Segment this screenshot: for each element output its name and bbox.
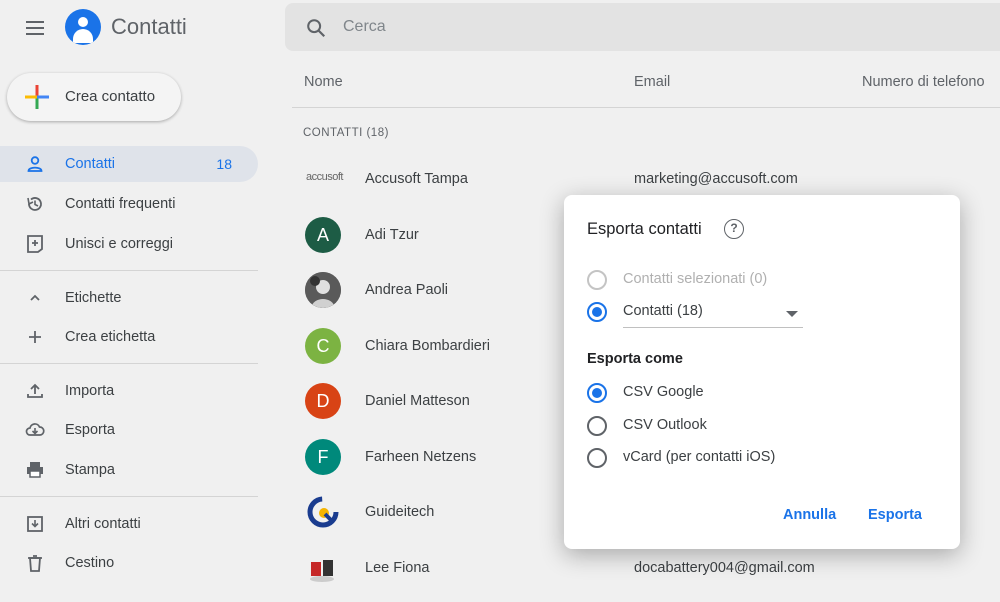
contact-name: Accusoft Tampa xyxy=(365,171,468,187)
contact-name: Daniel Matteson xyxy=(365,393,470,409)
export-format-heading: Esporta come xyxy=(587,351,683,367)
column-header-email[interactable]: Email xyxy=(634,74,670,90)
contact-name: Chiara Bombardieri xyxy=(365,338,490,354)
contact-email: docabattery004@gmail.com xyxy=(634,560,815,576)
plus-icon xyxy=(29,331,41,343)
radio-label: Contatti (18) xyxy=(623,303,703,319)
archive-icon xyxy=(27,516,43,532)
contact-email: marketing@accusoft.com xyxy=(634,171,798,187)
photo-avatar-icon xyxy=(305,272,341,308)
avatar: C xyxy=(305,328,341,364)
column-header-name[interactable]: Nome xyxy=(304,74,343,90)
sidebar-item-label: Unisci e correggi xyxy=(65,236,173,252)
radio-button xyxy=(587,270,607,290)
sidebar-item-label: Etichette xyxy=(65,290,122,306)
contacts-section-label: CONTATTI (18) xyxy=(303,127,389,139)
cloud-download-icon xyxy=(25,423,45,436)
sidebar-item-export[interactable]: Esporta xyxy=(0,412,258,448)
search-bar[interactable]: Cerca xyxy=(285,3,1000,51)
sidebar-item-merge[interactable]: Unisci e correggi xyxy=(0,226,258,262)
contacts-count: 18 xyxy=(216,156,232,172)
person-icon xyxy=(27,156,43,172)
radio-label: vCard (per contatti iOS) xyxy=(623,449,776,465)
avatar: D xyxy=(305,383,341,419)
sidebar-item-label: Importa xyxy=(65,383,115,399)
list-header-divider xyxy=(292,107,1000,108)
sidebar-item-import[interactable]: Importa xyxy=(0,373,258,409)
sidebar-item-trash[interactable]: Cestino xyxy=(0,545,258,581)
sidebar-item-label: Contatti xyxy=(65,156,115,172)
contact-name: Guideitech xyxy=(365,504,435,520)
sidebar-item-print[interactable]: Stampa xyxy=(0,452,258,488)
avatar xyxy=(305,272,341,308)
sidebar-item-labels[interactable]: Etichette xyxy=(0,280,258,316)
contacts-logo-icon xyxy=(65,9,101,45)
contact-name: Andrea Paoli xyxy=(365,282,449,298)
radio-label: Contatti selezionati (0) xyxy=(623,271,768,287)
avatar: A xyxy=(305,217,341,253)
sidebar-item-frequent[interactable]: Contatti frequenti xyxy=(0,186,258,222)
export-contacts-dialog: Esporta contatti ? Contatti selezionati … xyxy=(564,195,960,549)
sidebar-item-label: Crea etichetta xyxy=(65,329,156,345)
radio-button[interactable] xyxy=(587,416,607,436)
sidebar-item-label: Altri contatti xyxy=(65,516,141,532)
create-contact-label: Crea contatto xyxy=(65,88,156,105)
top-bar: Contatti Cerca xyxy=(0,0,1000,56)
scope-select-underline[interactable] xyxy=(623,327,803,328)
column-header-phone[interactable]: Numero di telefono xyxy=(862,74,985,90)
avatar xyxy=(305,550,341,586)
chevron-down-icon[interactable] xyxy=(786,311,798,317)
battery-logo-icon xyxy=(310,560,334,582)
contact-name: Lee Fiona xyxy=(365,560,430,576)
create-contact-button[interactable]: Crea contatto xyxy=(7,73,181,121)
contact-name: Farheen Netzens xyxy=(365,449,477,465)
upload-icon xyxy=(27,383,43,398)
guideitech-logo-icon xyxy=(307,496,339,528)
sidebar-divider xyxy=(0,270,258,271)
avatar xyxy=(305,494,341,530)
help-icon[interactable]: ? xyxy=(724,219,744,239)
export-button[interactable]: Esporta xyxy=(868,507,922,523)
sidebar-divider xyxy=(0,496,258,497)
search-icon[interactable] xyxy=(305,17,327,39)
chevron-up-icon xyxy=(30,294,40,301)
dialog-title: Esporta contatti xyxy=(587,220,702,238)
history-icon xyxy=(27,197,42,211)
sidebar-item-label: Contatti frequenti xyxy=(65,196,176,212)
avatar: F xyxy=(305,439,341,475)
search-input[interactable]: Cerca xyxy=(343,18,386,36)
radio-label: CSV Google xyxy=(623,384,704,400)
radio-label: CSV Outlook xyxy=(623,417,707,433)
contact-name: Adi Tzur xyxy=(365,227,419,243)
printer-icon xyxy=(27,462,43,478)
sidebar-item-contacts[interactable]: Contatti 18 xyxy=(0,146,258,182)
radio-button[interactable] xyxy=(587,302,607,322)
sidebar-item-create-label[interactable]: Crea etichetta xyxy=(0,319,258,355)
avatar: accusoft xyxy=(306,171,343,183)
hamburger-menu-icon[interactable] xyxy=(22,14,50,42)
merge-icon xyxy=(27,235,43,253)
sidebar-divider xyxy=(0,363,258,364)
radio-button[interactable] xyxy=(587,383,607,403)
radio-button[interactable] xyxy=(587,448,607,468)
trash-icon xyxy=(28,555,42,572)
plus-color-icon xyxy=(25,85,49,109)
sidebar-item-label: Cestino xyxy=(65,555,115,571)
sidebar-item-label: Esporta xyxy=(65,422,115,438)
sidebar-item-other-contacts[interactable]: Altri contatti xyxy=(0,506,258,542)
sidebar-item-label: Stampa xyxy=(65,462,115,478)
app-title: Contatti xyxy=(111,14,187,39)
cancel-button[interactable]: Annulla xyxy=(783,507,836,523)
